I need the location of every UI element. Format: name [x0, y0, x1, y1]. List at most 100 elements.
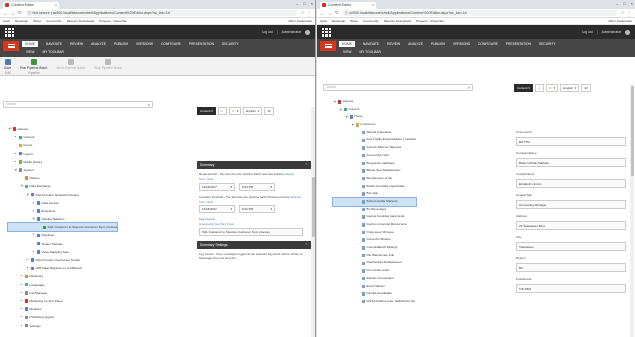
field-city[interactable]: Tsawassen	[516, 242, 626, 251]
field-contactname[interactable]: Elizabeth Lincoln	[516, 179, 626, 188]
customer-item[interactable]: FISSA Fabrica Inter. Salchichas SA	[333, 298, 416, 306]
now-link[interactable]: Now	[199, 177, 205, 181]
bookmark-projects[interactable]: Projects - Visual Stu	[416, 19, 444, 23]
tree-node[interactable]: Aliases	[8, 174, 117, 182]
url-field[interactable]: ⓘ Not secure | sc900.local/sitecore/shel…	[24, 9, 298, 17]
close-window-icon[interactable]: ×	[631, 1, 633, 6]
forward-icon[interactable]: →	[11, 11, 16, 16]
tab-configure[interactable]: CONFIGURE	[161, 42, 181, 47]
bookmark-sitecore-downloads[interactable]: Sitecore Downloads	[67, 19, 95, 23]
tab-my-toolbar[interactable]: MY TOOLBAR	[42, 50, 63, 54]
bookmark-apps[interactable]: Apps	[320, 19, 327, 23]
run-pipeline-batch-button[interactable]: Run Pipeline Batch Pipeline	[20, 59, 47, 75]
abort-pipeline-batch-button[interactable]: Abort Pipeline Batch	[56, 59, 85, 70]
tree-node[interactable]: ▸ Value Mapping Sets	[8, 248, 117, 256]
logout-link[interactable]: Log out	[262, 30, 273, 34]
tree-node[interactable]: ▸ Dictionary	[8, 272, 117, 280]
search-icon[interactable]: ⌕	[534, 84, 544, 92]
customer-item[interactable]: Chop-suey Chinese	[333, 229, 416, 237]
back-icon[interactable]: ←	[320, 11, 325, 16]
sitecore-logo-icon[interactable]	[322, 27, 331, 37]
field-customerid[interactable]: BOTTM	[516, 137, 626, 146]
tree-node[interactable]: ▸ Settings	[8, 322, 117, 330]
tree-node[interactable]: ◢ Pipeline Batches	[8, 215, 117, 223]
tree-node[interactable]: ▸ Modules	[8, 305, 117, 313]
clear-link[interactable]: Clear	[207, 200, 214, 204]
tab-view[interactable]: VIEW	[26, 50, 34, 54]
tree-node[interactable]: ◢ Customers	[333, 121, 416, 129]
bookmark-redesign[interactable]: Redesign	[15, 19, 28, 23]
customer-item[interactable]: Around the Horn	[333, 152, 416, 160]
stop-pipeline-batch-button[interactable]: Stop Pipeline Batch	[94, 59, 122, 70]
customer-item[interactable]: Centro comercial Moctezuma	[333, 221, 416, 229]
item-dropdown[interactable]: ★ ▾	[545, 84, 559, 92]
tab-security[interactable]: SECURITY	[222, 42, 239, 47]
customer-item[interactable]: Ernst Handel	[333, 283, 416, 291]
customer-item-selected[interactable]: Bottom-Dollar Markets	[331, 196, 418, 207]
tab-publish[interactable]: PUBLISH	[431, 42, 445, 47]
close-tab-icon[interactable]: ×	[55, 3, 57, 7]
hamburger-menu-icon[interactable]	[320, 41, 336, 51]
tab-navigate[interactable]: NAVIGATE	[363, 42, 379, 47]
scrollbar[interactable]	[311, 107, 315, 337]
tree-node[interactable]: ▸ Layout	[8, 150, 117, 158]
tree-node[interactable]: ▸ List Manager	[8, 289, 117, 297]
customer-item[interactable]: Consolidated Holdings	[333, 244, 416, 252]
tree-node[interactable]: ◢ sitecore	[333, 98, 416, 106]
tree-node[interactable]: ◢ Content	[333, 106, 416, 114]
content-tab[interactable]: Content ▾	[197, 107, 216, 115]
customer-item[interactable]: B's Beverages	[333, 206, 416, 214]
search-icon[interactable]: ⌕	[468, 85, 470, 90]
maximize-icon[interactable]: □	[303, 1, 305, 6]
item-dropdown[interactable]: ★ ▾	[228, 107, 242, 115]
tree-node[interactable]: ▸ Marketing Control Panel	[8, 297, 117, 305]
tab-home[interactable]: HOME	[339, 41, 355, 47]
version-dropdown[interactable]: 1▾	[264, 107, 274, 115]
logout-link[interactable]: Log out	[582, 30, 593, 34]
clear-link[interactable]: Clear	[207, 177, 214, 181]
requested-date-field[interactable]: 11/16/2017 ▾	[199, 182, 235, 191]
customer-item[interactable]: Familia Arquibaldo	[333, 290, 416, 298]
customer-item[interactable]: Blondel pere et fils	[333, 175, 416, 183]
search-icon[interactable]: ⌕	[148, 102, 150, 107]
customer-item[interactable]: Ana Trujillo Emparedados y helados	[333, 136, 416, 144]
customer-item[interactable]: Berglunds snabbkop	[333, 160, 416, 168]
reload-icon[interactable]: ↻	[335, 10, 339, 16]
back-icon[interactable]: ←	[3, 11, 8, 16]
customer-item[interactable]: Die Wandernde Kuh	[333, 252, 416, 260]
tree-node[interactable]: ▸ Media Library	[8, 158, 117, 166]
tree-node[interactable]: ◢ System	[8, 166, 117, 174]
tree-node[interactable]: ◢ Home	[333, 113, 416, 121]
now-link[interactable]: Now	[199, 200, 205, 204]
tab-versions[interactable]: VERSIONS	[136, 42, 153, 47]
save-button[interactable]: Save Edit	[4, 59, 11, 75]
tree-node[interactable]: ◢ sitecore	[8, 125, 117, 133]
customer-item[interactable]: Drachenblut Delikatessen	[333, 259, 416, 267]
tab-analyze[interactable]: ANALYZE	[408, 42, 423, 47]
customer-item[interactable]: Bolido Comidas preparadas	[333, 183, 416, 191]
tab-navigate[interactable]: NAVIGATE	[46, 42, 62, 47]
browser-tab[interactable]: Content Editor ×	[320, 1, 376, 9]
sitecore-logo-icon[interactable]	[5, 27, 14, 37]
minimize-icon[interactable]: –	[616, 1, 618, 6]
browser-tab[interactable]: Content Editor ×	[3, 1, 59, 9]
bookmark-community[interactable]: Community	[46, 19, 62, 23]
forward-icon[interactable]: →	[328, 11, 333, 16]
tree-node-selected[interactable]: SQL Customer to Sitecore Customer Sync p…	[6, 222, 119, 233]
language-dropdown[interactable]: English ▾	[243, 107, 263, 115]
scrollbar[interactable]	[630, 84, 634, 337]
bookmark-projects[interactable]: Projects - Visual Stu	[99, 19, 127, 23]
bookmark-sitecore-downloads[interactable]: Sitecore Downloads	[384, 19, 412, 23]
tab-my-toolbar[interactable]: MY TOOLBAR	[359, 50, 380, 54]
tab-presentation[interactable]: PRESENTATION	[506, 42, 531, 47]
tab-configure[interactable]: CONFIGURE	[478, 42, 498, 47]
collapse-icon[interactable]: ⌃	[305, 163, 308, 167]
other-bookmarks[interactable]: Other bookmarks	[608, 19, 632, 23]
close-window-icon[interactable]: ×	[311, 1, 313, 6]
log-field[interactable]: SQL Customer to Sitecore Customer Sync p…	[199, 227, 303, 236]
field-region[interactable]: BC	[516, 263, 626, 272]
finished-date-field[interactable]: 11/16/2017 ▾	[199, 205, 235, 213]
customer-item[interactable]: Comercio Mineiro	[333, 236, 416, 244]
star-icon[interactable]: ☆	[300, 10, 304, 16]
other-bookmarks[interactable]: Other bookmarks	[288, 19, 312, 23]
